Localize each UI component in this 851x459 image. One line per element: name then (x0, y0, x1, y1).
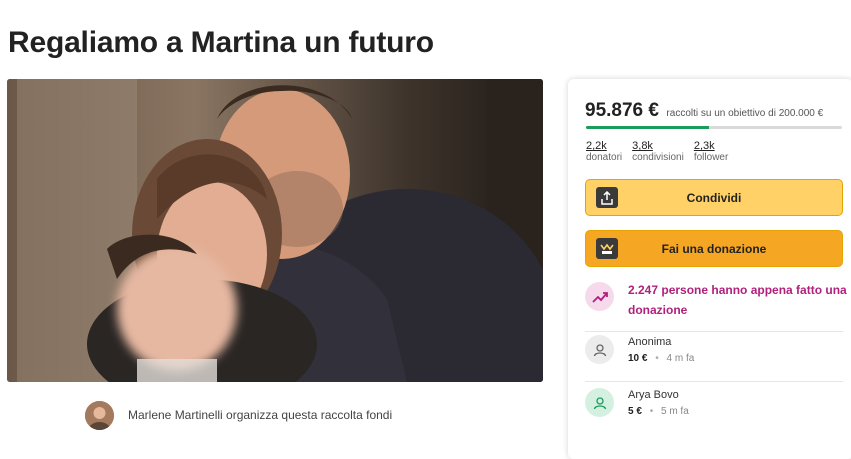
stat-label: follower (693, 152, 729, 163)
donate-icon (596, 238, 618, 259)
stat-donors[interactable]: 2,2k donatori (586, 140, 622, 164)
donor-name: Anonima (628, 336, 672, 348)
stat-value: 2,3k (693, 140, 715, 152)
stats-row: 2,2k donatori 3,8k condivisioni 2,3k fol… (586, 140, 738, 164)
organizer-text: Marlene Martinelli organizza questa racc… (128, 408, 393, 422)
donation-item: Anonima 10 € • 4 m fa (585, 335, 694, 367)
donate-button[interactable]: Fai una donazione (585, 230, 843, 267)
campaign-photo (7, 79, 543, 382)
stat-shares[interactable]: 3,8k condivisioni (632, 140, 684, 164)
donor-icon (585, 335, 614, 364)
separator-dot: • (655, 353, 659, 364)
divider (585, 381, 843, 382)
progress-fill (586, 126, 709, 129)
donor-icon (585, 388, 614, 417)
page-title: Regaliamo a Martina un futuro (8, 26, 434, 59)
stat-label: donatori (586, 152, 623, 163)
stat-value: 3,8k (632, 140, 653, 152)
donation-time: 4 m fa (666, 353, 695, 364)
organizer-row: Marlene Martinelli organizza questa racc… (85, 400, 392, 430)
donation-time: 5 m fa (660, 406, 689, 417)
trending-up-icon (585, 282, 614, 311)
recent-donations-text: 2.247 persone hanno appena fatto una don… (628, 283, 847, 317)
raised-amount: 95.876 € (585, 100, 659, 121)
share-icon (596, 187, 618, 208)
donation-amount: 10 € (628, 353, 648, 364)
goal-text: raccolti su un obiettivo di 200.000 € (666, 108, 824, 119)
share-button[interactable]: Condividi (585, 179, 843, 216)
donate-label: Fai una donazione (661, 241, 767, 256)
progress-bar (586, 126, 842, 129)
recent-donations-notice: 2.247 persone hanno appena fatto una don… (585, 282, 848, 320)
divider (585, 331, 843, 332)
organizer-avatar[interactable] (85, 400, 114, 430)
donation-sidebar: 95.876 € raccolti su un obiettivo di 200… (568, 79, 851, 459)
stat-followers[interactable]: 2,3k follower (694, 140, 728, 164)
share-label: Condividi (686, 190, 742, 205)
stat-label: condivisioni (632, 152, 684, 163)
donation-item: Arya Bovo 5 € • 5 m fa (585, 388, 689, 420)
donor-name: Arya Bovo (628, 389, 679, 401)
stat-value: 2,2k (586, 140, 607, 152)
amount-row: 95.876 € raccolti su un obiettivo di 200… (585, 100, 823, 122)
donation-amount: 5 € (628, 406, 642, 417)
separator-dot: • (649, 406, 654, 417)
